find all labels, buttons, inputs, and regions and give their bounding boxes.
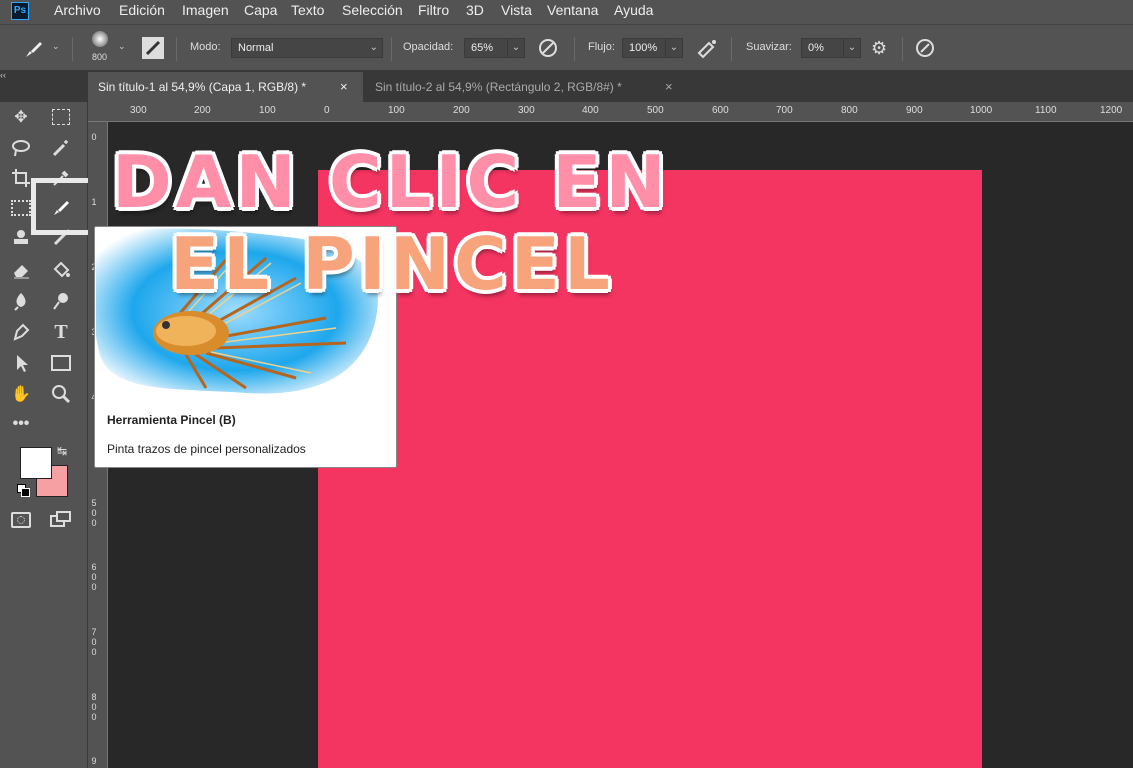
overlay-text-line-1: DAN CLIC EN	[112, 140, 670, 224]
move-icon[interactable]: ✥	[8, 104, 34, 130]
menu-bar: Ps Archivo Edición Imagen Capa Texto Sel…	[0, 0, 1133, 24]
menu-ayuda[interactable]: Ayuda	[614, 2, 653, 18]
brush-panel-icon[interactable]	[142, 37, 164, 59]
more-tools-icon[interactable]: •••	[8, 411, 34, 437]
ruler-label: 800	[841, 105, 858, 116]
overlay-text-line-2: EL PINCEL	[170, 222, 614, 306]
brush-size-value: 800	[92, 52, 108, 62]
blur-icon[interactable]	[8, 288, 34, 314]
rectangle-icon[interactable]	[48, 350, 74, 376]
menu-seleccion[interactable]: Selección	[342, 2, 403, 18]
hand-icon[interactable]: ✋	[8, 381, 34, 407]
default-colors-icon[interactable]	[17, 484, 30, 497]
chevron-down-icon[interactable]: ⌄	[52, 41, 60, 52]
ruler-label: 900	[906, 105, 923, 116]
tab-label: Sin título-1 al 54,9% (Capa 1, RGB/8) *	[98, 80, 307, 94]
collapse-panel-icon[interactable]: ‹‹	[0, 70, 24, 80]
mode-value: Normal	[238, 42, 274, 54]
screen-mode-icon[interactable]	[48, 507, 74, 533]
ruler-label: 0	[324, 105, 330, 116]
lasso-icon[interactable]	[8, 135, 34, 161]
ruler-label: 400	[582, 105, 599, 116]
close-icon[interactable]: ×	[665, 72, 673, 102]
opacity-dropdown[interactable]: ⌄	[507, 38, 525, 58]
marquee-icon[interactable]	[48, 104, 74, 130]
path-select-icon[interactable]	[8, 350, 34, 376]
chevron-down-icon: ⌄	[369, 42, 378, 53]
gear-icon[interactable]: ⚙	[871, 38, 891, 58]
type-icon[interactable]: T	[48, 319, 74, 345]
flow-dropdown[interactable]: ⌄	[665, 38, 683, 58]
pressure-size-icon[interactable]	[914, 37, 936, 59]
foreground-color-swatch[interactable]	[20, 447, 52, 479]
options-bar: ⌄ 800 ⌄ Modo: Normal ⌄ Opacidad: 65% ⌄ Fl…	[0, 24, 1133, 70]
smooth-dropdown[interactable]: ⌄	[843, 38, 861, 58]
ruler-label: 8 0 0	[91, 692, 97, 722]
ruler-label: 600	[712, 105, 729, 116]
ruler-label: 7 0 0	[91, 627, 97, 657]
smooth-input[interactable]: 0%	[801, 38, 845, 58]
chevron-down-icon[interactable]: ⌄	[118, 41, 126, 52]
photoshop-logo[interactable]: Ps	[11, 2, 29, 20]
ruler-label: 100	[388, 105, 405, 116]
dodge-icon[interactable]	[48, 288, 74, 314]
brush-tool-highlight	[31, 178, 93, 235]
magic-wand-icon[interactable]	[48, 135, 74, 161]
menu-capa[interactable]: Capa	[244, 2, 277, 18]
menu-edicion[interactable]: Edición	[119, 2, 165, 18]
tab-document-2[interactable]: Sin título-2 al 54,9% (Rectángulo 2, RGB…	[365, 72, 687, 102]
ruler-label: 1	[91, 197, 97, 207]
bucket-icon[interactable]	[48, 257, 74, 283]
mode-select[interactable]: Normal ⌄	[231, 38, 383, 58]
ruler-label: 5 0 0	[91, 498, 97, 528]
menu-vista[interactable]: Vista	[501, 2, 532, 18]
ruler-label: 1000	[970, 105, 993, 116]
ruler-label: 300	[130, 105, 147, 116]
ruler-label: 0	[91, 132, 97, 142]
ruler-label: 1100	[1035, 105, 1057, 116]
airbrush-icon[interactable]	[695, 37, 719, 59]
ruler-label: 300	[518, 105, 535, 116]
ruler-label: 700	[776, 105, 793, 116]
tab-document-1[interactable]: Sin título-1 al 54,9% (Capa 1, RGB/8) * …	[88, 72, 363, 102]
flow-label: Flujo:	[588, 41, 615, 53]
menu-ventana[interactable]: Ventana	[547, 2, 598, 18]
eraser-icon[interactable]	[8, 257, 34, 283]
ruler-label: 6 0 0	[91, 562, 97, 592]
menu-3d[interactable]: 3D	[466, 2, 484, 18]
ruler-label: 500	[647, 105, 664, 116]
quick-mask-icon[interactable]	[8, 507, 34, 533]
brush-tool-icon[interactable]	[22, 37, 46, 61]
smooth-label: Suavizar:	[746, 41, 792, 53]
flow-input[interactable]: 100%	[622, 38, 666, 58]
zoom-icon[interactable]	[48, 381, 74, 407]
mode-label: Modo:	[190, 41, 221, 53]
ruler-label: 1200	[1100, 105, 1123, 116]
close-icon[interactable]: ×	[340, 72, 348, 102]
opacity-input[interactable]: 65%	[464, 38, 508, 58]
menu-texto[interactable]: Texto	[291, 2, 324, 18]
ruler-label: 200	[194, 105, 211, 116]
menu-imagen[interactable]: Imagen	[182, 2, 229, 18]
menu-archivo[interactable]: Archivo	[54, 2, 101, 18]
swap-colors-icon[interactable]: ↹	[57, 444, 67, 458]
tab-label: Sin título-2 al 54,9% (Rectángulo 2, RGB…	[375, 80, 622, 94]
ruler-horizontal: 300 200 100 0 100 200 300 400 500 600 70…	[88, 102, 1133, 122]
opacity-label: Opacidad:	[403, 41, 454, 53]
menu-filtro[interactable]: Filtro	[418, 2, 449, 18]
brush-preset-icon[interactable]	[92, 31, 108, 47]
ruler-label: 9	[91, 756, 97, 766]
tooltip-title: Herramienta Pincel (B)	[107, 413, 236, 427]
pressure-opacity-icon[interactable]	[537, 37, 559, 59]
pen-icon[interactable]	[8, 319, 34, 345]
ruler-label: 100	[259, 105, 276, 116]
tooltip-description: Pinta trazos de pincel personalizados	[107, 442, 306, 456]
ruler-label: 200	[453, 105, 470, 116]
